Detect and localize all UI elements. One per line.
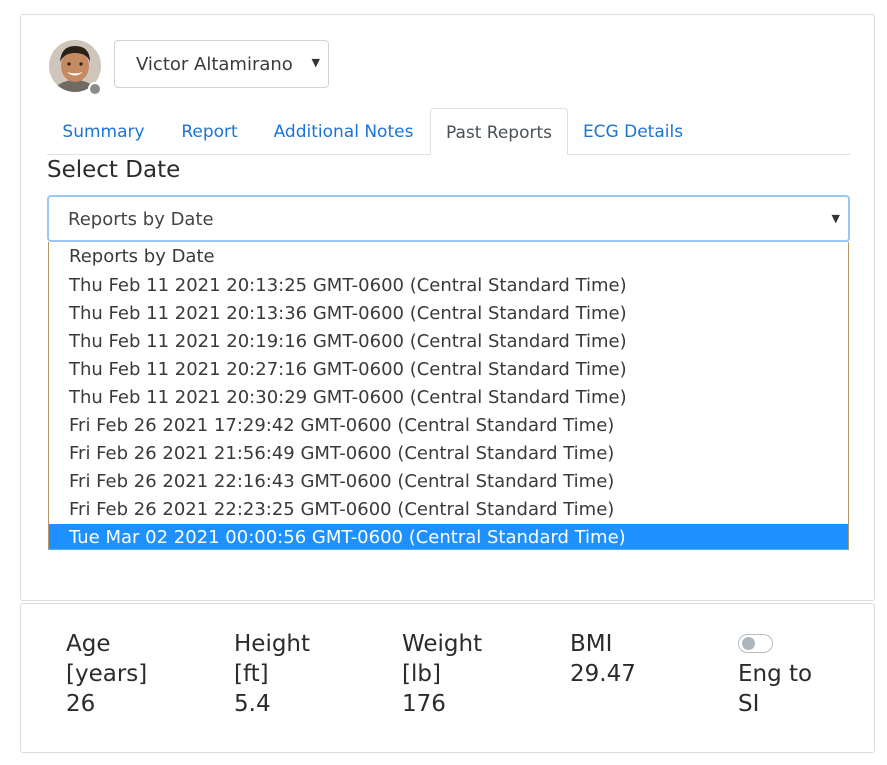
report-tabs: Summary Report Additional Notes Past Rep… bbox=[47, 108, 850, 155]
stat-bmi: BMI 29.47 bbox=[570, 629, 636, 689]
date-option[interactable]: Thu Feb 11 2021 20:30:29 GMT-0600 (Centr… bbox=[49, 384, 848, 412]
date-option[interactable]: Fri Feb 26 2021 17:29:42 GMT-0600 (Centr… bbox=[49, 412, 848, 440]
date-option[interactable]: Thu Feb 11 2021 20:13:25 GMT-0600 (Centr… bbox=[49, 272, 848, 300]
date-select[interactable]: Reports by Date ▼ bbox=[47, 195, 850, 242]
stat-age-label: Age bbox=[66, 631, 111, 657]
date-dropdown-list: Reports by Date Thu Feb 11 2021 20:13:25… bbox=[48, 242, 849, 550]
tab-past-reports[interactable]: Past Reports bbox=[430, 108, 568, 155]
unit-toggle-switch[interactable] bbox=[738, 634, 773, 653]
date-option[interactable]: Fri Feb 26 2021 22:23:25 GMT-0600 (Centr… bbox=[49, 496, 848, 524]
toggle-knob bbox=[742, 637, 755, 650]
date-option-selected[interactable]: Tue Mar 02 2021 00:00:56 GMT-0600 (Centr… bbox=[49, 524, 848, 549]
stat-age-value: 26 bbox=[66, 691, 96, 717]
status-indicator-icon bbox=[88, 82, 102, 96]
unit-toggle-label-line1: Eng to bbox=[738, 661, 813, 687]
stat-bmi-value: 29.47 bbox=[570, 661, 636, 687]
select-date-label: Select Date bbox=[47, 157, 181, 183]
stat-height-label: Height bbox=[234, 631, 311, 657]
stat-weight-label: Weight bbox=[402, 631, 483, 657]
tab-report[interactable]: Report bbox=[163, 108, 256, 154]
date-select-value: Reports by Date bbox=[68, 209, 214, 230]
date-option[interactable]: Reports by Date bbox=[49, 242, 848, 272]
tab-summary[interactable]: Summary bbox=[47, 108, 160, 154]
stat-weight: Weight [lb] 176 bbox=[402, 629, 482, 719]
tab-additional-notes[interactable]: Additional Notes bbox=[261, 108, 426, 154]
user-select[interactable]: Victor Altamirano ▼ bbox=[114, 40, 329, 88]
unit-toggle-label-line2: SI bbox=[738, 691, 760, 717]
user-select-value: Victor Altamirano bbox=[136, 53, 293, 75]
tab-ecg-details[interactable]: ECG Details bbox=[572, 108, 694, 154]
date-option[interactable]: Thu Feb 11 2021 20:13:36 GMT-0600 (Centr… bbox=[49, 300, 848, 328]
stat-height-value: 5.4 bbox=[234, 691, 271, 717]
stat-bmi-label: BMI bbox=[570, 631, 613, 657]
chevron-down-icon: ▼ bbox=[311, 56, 320, 69]
date-option[interactable]: Fri Feb 26 2021 22:16:43 GMT-0600 (Centr… bbox=[49, 468, 848, 496]
stat-height: Height [ft] 5.4 bbox=[234, 629, 310, 719]
date-option[interactable]: Thu Feb 11 2021 20:19:16 GMT-0600 (Centr… bbox=[49, 328, 848, 356]
stat-age-unit: [years] bbox=[66, 661, 148, 687]
stat-age: Age [years] 26 bbox=[66, 629, 147, 719]
unit-toggle-label: Eng to SI bbox=[738, 659, 812, 719]
date-option[interactable]: Fri Feb 26 2021 21:56:49 GMT-0600 (Centr… bbox=[49, 440, 848, 468]
date-option[interactable]: Thu Feb 11 2021 20:27:16 GMT-0600 (Centr… bbox=[49, 356, 848, 384]
stat-height-unit: [ft] bbox=[234, 661, 269, 687]
stat-weight-value: 176 bbox=[402, 691, 446, 717]
stat-weight-unit: [lb] bbox=[402, 661, 441, 687]
chevron-down-icon: ▼ bbox=[831, 212, 840, 225]
